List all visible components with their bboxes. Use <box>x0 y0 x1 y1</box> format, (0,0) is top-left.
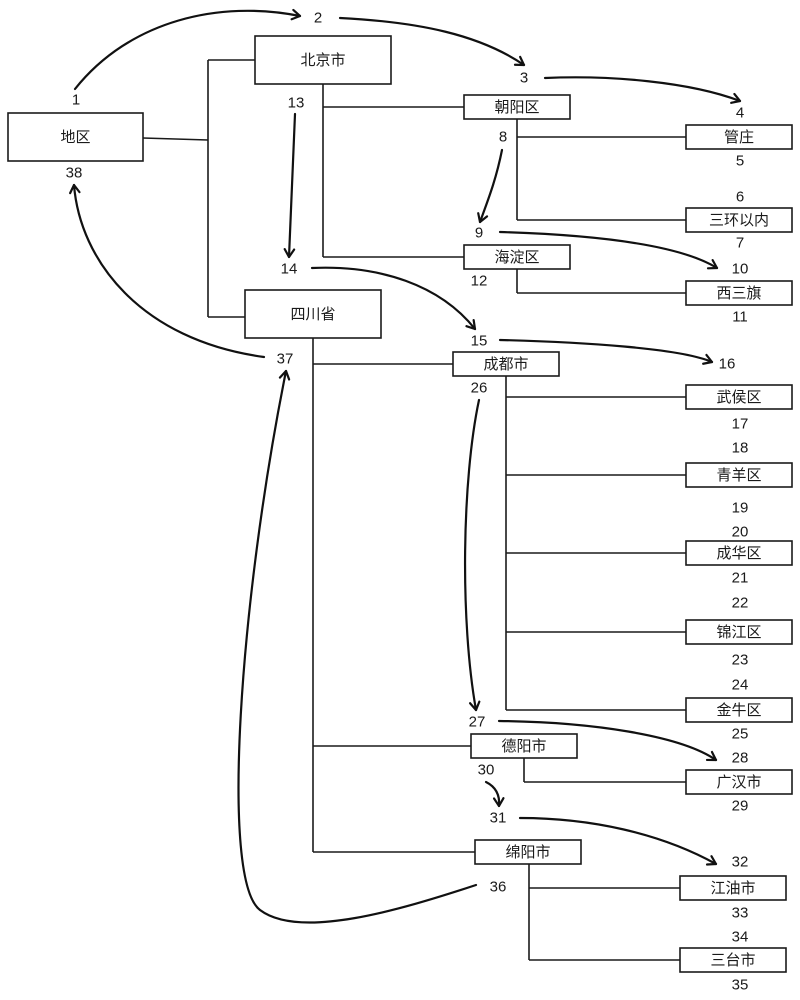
node-label: 朝阳区 <box>494 98 539 116</box>
traversal-arrow <box>477 148 504 224</box>
traversal-number: 9 <box>475 225 483 242</box>
traversal-number: 26 <box>471 380 488 397</box>
node-beijing: 北京市 <box>254 35 392 85</box>
node-jinjiang: 锦江区 <box>685 619 793 645</box>
arrow-curve <box>463 398 481 712</box>
connector-line <box>142 137 209 141</box>
node-sichuan: 四川省 <box>244 289 382 339</box>
traversal-arrows <box>69 8 742 924</box>
traversal-arrow <box>237 369 478 924</box>
node-deyang: 德阳市 <box>470 733 578 759</box>
node-qingyang: 青羊区 <box>685 462 793 488</box>
traversal-number: 14 <box>281 261 298 278</box>
traversal-number: 20 <box>732 524 749 541</box>
traversal-number: 33 <box>732 905 749 922</box>
tree-nodes: 地区 北京市朝阳区管庄三环以内海淀区西三旗四川省成都市武侯区青羊区成华区锦江区金牛… <box>7 35 793 973</box>
traversal-number: 28 <box>732 750 749 767</box>
node-label: 广汉市 <box>716 773 761 791</box>
traversal-number: 35 <box>732 977 749 994</box>
node-label: 三环以内 <box>709 211 769 229</box>
traversal-arrow <box>543 76 742 104</box>
traversal-number: 13 <box>288 95 305 112</box>
traversal-number: 16 <box>719 356 736 373</box>
arrow-curve <box>72 183 266 359</box>
traversal-number: 32 <box>732 854 749 871</box>
traversal-number: 30 <box>478 762 495 779</box>
traversal-number: 37 <box>277 351 294 368</box>
traversal-number: 3 <box>520 70 528 87</box>
node-label: 德阳市 <box>501 737 546 755</box>
node-mianyang: 绵阳市 <box>474 839 582 865</box>
node-sanhuan: 三环以内 <box>685 207 793 233</box>
traversal-number: 18 <box>732 440 749 457</box>
node-label: 武侯区 <box>716 388 761 406</box>
node-label: 江油市 <box>710 879 755 897</box>
traversal-number: 15 <box>471 333 488 350</box>
traversal-number: 36 <box>490 879 507 896</box>
traversal-numbers: 1234567891011121314151617181920212223242… <box>66 10 749 994</box>
traversal-number: 17 <box>732 416 749 433</box>
traversal-number: 6 <box>736 189 744 206</box>
traversal-number: 38 <box>66 165 83 182</box>
node-label: 西三旗 <box>716 284 761 302</box>
node-guanghan: 广汉市 <box>685 769 793 795</box>
node-label: 海淀区 <box>494 248 539 266</box>
traversal-number: 11 <box>732 309 748 326</box>
node-label: 成华区 <box>716 544 761 562</box>
traversal-arrow <box>484 780 505 808</box>
traversal-number: 12 <box>471 273 488 290</box>
node-chaoyang: 朝阳区 <box>463 94 571 120</box>
node-haidian: 海淀区 <box>463 244 571 270</box>
node-label: 锦江区 <box>716 623 761 641</box>
traversal-number: 22 <box>732 595 749 612</box>
node-jinniu: 金牛区 <box>685 697 793 723</box>
traversal-number: 21 <box>732 570 749 587</box>
node-root: 地区 <box>7 112 144 162</box>
traversal-number: 24 <box>732 677 749 694</box>
arrow-curve <box>287 112 297 259</box>
node-santai: 三台市 <box>679 947 787 973</box>
traversal-number: 34 <box>732 929 749 946</box>
traversal-number: 23 <box>732 652 749 669</box>
node-label: 三台市 <box>710 951 755 969</box>
traversal-number: 5 <box>736 153 744 170</box>
traversal-number: 2 <box>314 10 322 27</box>
node-wuhou: 武侯区 <box>685 384 793 410</box>
traversal-number: 4 <box>736 105 744 122</box>
node-label: 绵阳市 <box>505 843 550 861</box>
node-chenghua: 成华区 <box>685 540 793 566</box>
node-label: 成都市 <box>483 355 528 373</box>
traversal-number: 8 <box>499 129 507 146</box>
traversal-number: 31 <box>490 810 507 827</box>
node-label: 金牛区 <box>716 701 761 719</box>
node-label: 地区 <box>60 128 90 146</box>
node-label: 四川省 <box>290 305 335 323</box>
traversal-number: 25 <box>732 726 749 743</box>
traversal-number: 27 <box>469 714 486 731</box>
traversal-number: 1 <box>72 92 80 109</box>
traversal-number: 29 <box>732 798 749 815</box>
node-jiangyou: 江油市 <box>679 875 787 901</box>
node-label: 北京市 <box>300 51 345 69</box>
traversal-arrow <box>463 398 481 712</box>
tree-diagram: 地区 北京市朝阳区管庄三环以内海淀区西三旗四川省成都市武侯区青羊区成华区锦江区金牛… <box>7 8 793 994</box>
traversal-number: 10 <box>732 261 749 278</box>
node-label: 青羊区 <box>716 466 761 484</box>
arrow-curve <box>543 76 742 103</box>
arrow-curve <box>478 148 504 224</box>
node-chengdu: 成都市 <box>452 351 560 377</box>
arrow-curve <box>237 369 478 924</box>
node-label: 管庄 <box>724 128 754 146</box>
traversal-number: 7 <box>736 235 744 252</box>
node-xisanqi: 西三旗 <box>685 280 793 306</box>
traversal-arrow <box>283 112 297 259</box>
traversal-arrow <box>69 183 266 359</box>
node-guanzhuang: 管庄 <box>685 124 793 150</box>
traversal-number: 19 <box>732 500 749 517</box>
